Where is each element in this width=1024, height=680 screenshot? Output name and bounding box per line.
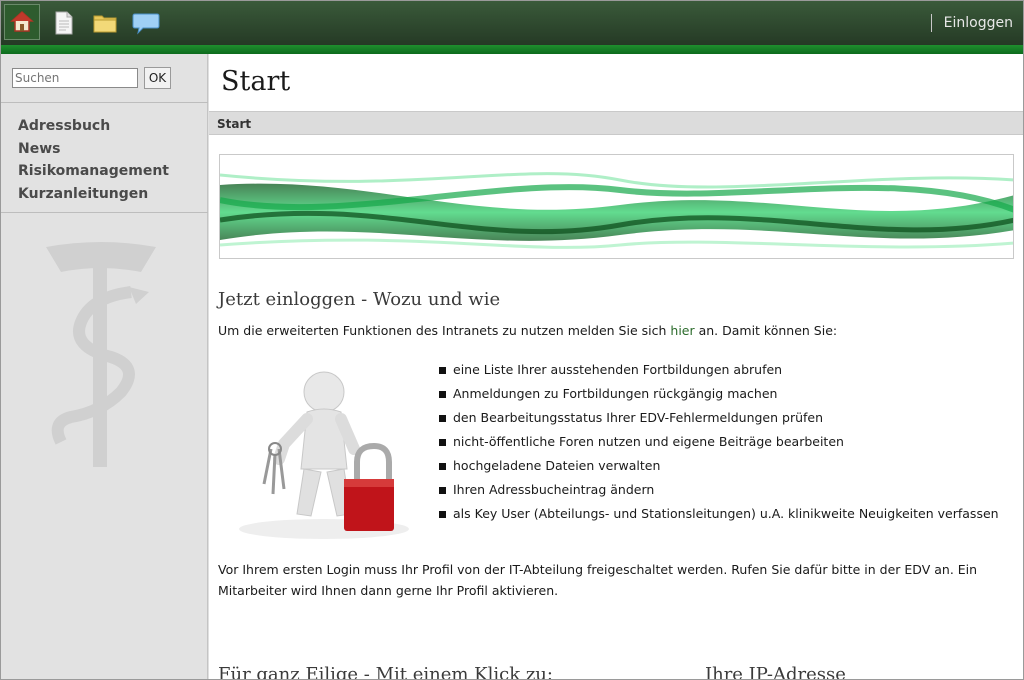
sidebar-divider [1,102,208,103]
list-item: eine Liste Ihrer ausstehenden Fortbildun… [439,358,999,382]
sidebar-item-risikomanagement[interactable]: Risikomanagement [18,160,169,183]
section-heading-login: Jetzt einloggen - Wozu und wie [218,289,501,310]
sidebar-item-adressbuch[interactable]: Adressbuch [18,115,169,138]
list-item: Ihren Adressbucheintrag ändern [439,478,999,502]
browser-viewport: Einloggen OK Adressbuch News Risikomanag… [0,0,1024,680]
intro-text: Um die erweiterten Funktionen des Intran… [218,323,671,338]
sidebar-item-kurzanleitungen[interactable]: Kurzanleitungen [18,183,169,206]
sidebar: OK Adressbuch News Risikomanagement Kurz… [1,54,208,679]
search-input[interactable] [12,68,138,88]
search-ok-button[interactable]: OK [144,67,171,89]
activation-note: Vor Ihrem ersten Login muss Ihr Profil v… [218,562,978,598]
breadcrumb-bar: Start [209,111,1023,135]
section-heading-quick-links: Für ganz Eilige - Mit einem Klick zu: [218,664,553,680]
feature-list: eine Liste Ihrer ausstehenden Fortbildun… [439,358,999,526]
page-icon[interactable] [46,5,82,41]
login-link[interactable]: Einloggen [930,14,1013,32]
main-content: Start Start Jetzt einloggen - Wozu und w… [209,54,1023,680]
list-item: Anmeldungen zu Fortbildungen rückgängig … [439,382,999,406]
top-bar: Einloggen [1,1,1023,45]
person-with-lock-illustration [239,371,409,539]
list-item: als Key User (Abteilungs- und Stationsle… [439,502,999,526]
intro-text-end: an. Damit können Sie: [694,323,838,338]
list-item: nicht-öffentliche Foren nutzen und eigen… [439,430,999,454]
intro-paragraph: Um die erweiterten Funktionen des Intran… [218,323,837,338]
breadcrumb[interactable]: Start [217,117,251,131]
login-here-link[interactable]: hier [670,323,694,338]
sidebar-item-news[interactable]: News [18,138,169,161]
folder-icon[interactable] [87,5,123,41]
chat-icon[interactable] [128,5,164,41]
caduceus-watermark [46,242,156,467]
list-item: hochgeladene Dateien verwalten [439,454,999,478]
top-bar-accent [1,45,1023,54]
home-icon[interactable] [4,4,40,40]
sidebar-divider [1,212,208,213]
header-banner [219,154,1014,259]
section-heading-ip-address: Ihre IP-Adresse [705,664,846,680]
page-title: Start [221,66,291,97]
sidebar-nav: Adressbuch News Risikomanagement Kurzanl… [18,115,169,205]
list-item: den Bearbeitungsstatus Ihrer EDV-Fehlerm… [439,406,999,430]
